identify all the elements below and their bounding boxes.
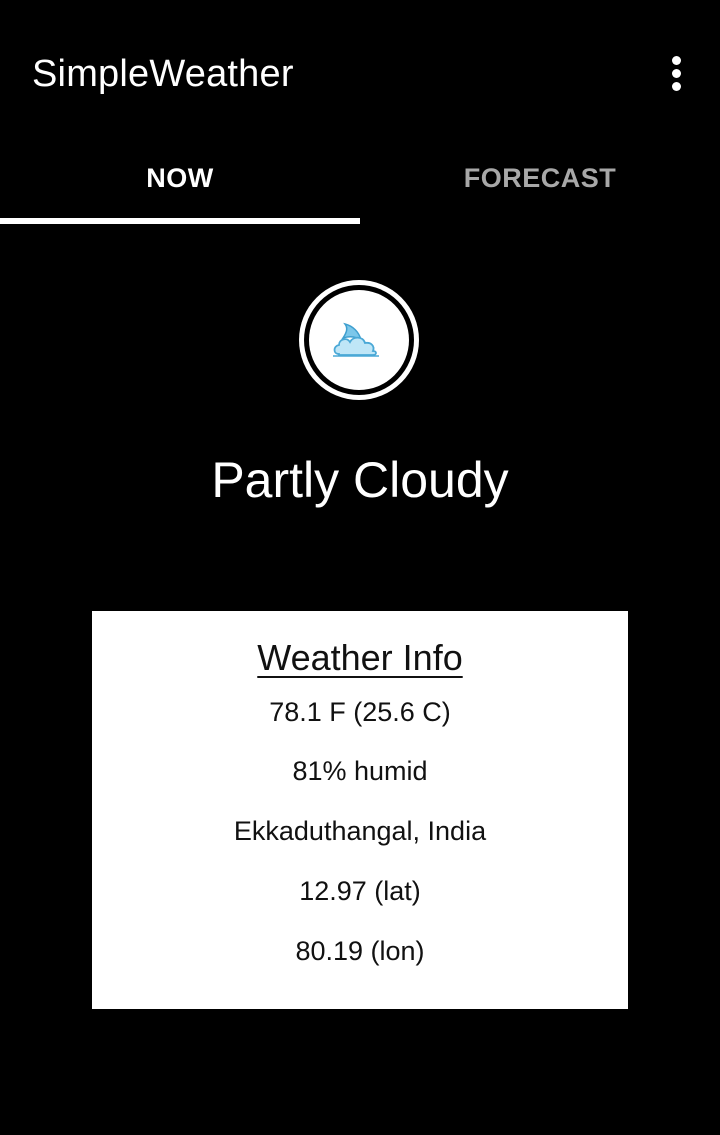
weather-info-card: Weather Info 78.1 F (25.6 C) 81% humid E…	[92, 611, 628, 1009]
tab-forecast[interactable]: FORECAST	[360, 146, 720, 224]
longitude-value: 80.19 (lon)	[295, 936, 425, 966]
partly-cloudy-night-icon	[333, 322, 379, 357]
location-value: Ekkaduthangal, India	[233, 816, 487, 846]
more-options-icon[interactable]	[652, 48, 700, 96]
tab-now[interactable]: NOW	[0, 146, 360, 224]
latitude-value: 12.97 (lat)	[299, 876, 421, 906]
temperature-value: 78.1 F (25.6 C)	[269, 697, 451, 727]
info-heading: Weather Info	[257, 637, 463, 678]
weather-condition: Partly Cloudy	[211, 452, 509, 508]
tab-bar: NOW FORECAST	[0, 146, 720, 224]
tab-indicator	[0, 218, 360, 224]
humidity-value: 81% humid	[292, 756, 428, 786]
app-title: SimpleWeather	[32, 53, 294, 95]
weather-icon-badge	[299, 280, 419, 400]
app-bar: SimpleWeather	[0, 0, 720, 146]
